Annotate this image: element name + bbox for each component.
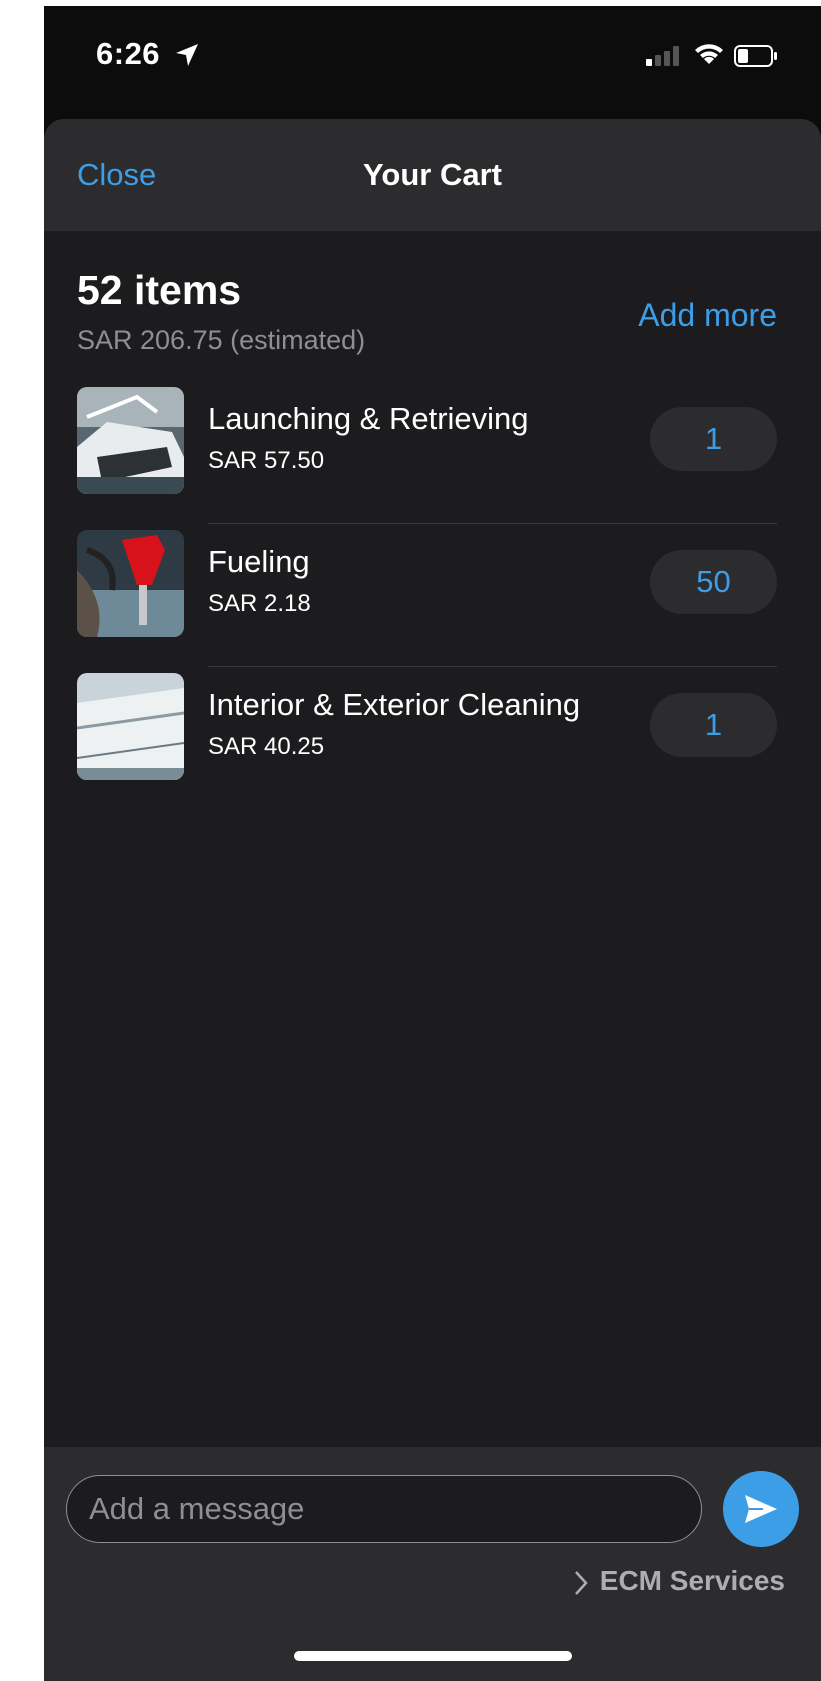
quantity-button[interactable]: 1 bbox=[650, 407, 777, 471]
item-price: SAR 2.18 bbox=[208, 590, 311, 617]
home-indicator bbox=[294, 1651, 572, 1661]
add-more-button[interactable]: Add more bbox=[638, 297, 777, 334]
cellular-signal-icon bbox=[646, 46, 679, 66]
page-title: Your Cart bbox=[363, 157, 502, 192]
cart-item[interactable]: Interior & Exterior Cleaning SAR 40.25 1 bbox=[44, 667, 821, 810]
item-name: Fueling bbox=[208, 544, 310, 579]
item-price: SAR 57.50 bbox=[208, 447, 325, 474]
ecm-services-link[interactable]: ECM Services bbox=[574, 1565, 785, 1597]
cart-item[interactable]: Fueling SAR 2.18 50 bbox=[44, 524, 821, 667]
service-label: ECM Services bbox=[599, 1565, 785, 1596]
wifi-icon bbox=[695, 44, 723, 64]
item-name: Launching & Retrieving bbox=[208, 401, 529, 436]
phone-screen: 6:26 Your Cart Close 52 items SAR 206.75… bbox=[44, 6, 821, 1681]
item-price: SAR 40.25 bbox=[208, 733, 325, 760]
fuel-nozzle-photo bbox=[77, 530, 184, 637]
battery-icon bbox=[734, 45, 777, 67]
chevron-right-icon bbox=[574, 1570, 588, 1595]
quantity-button[interactable]: 1 bbox=[650, 693, 777, 757]
quantity-button[interactable]: 50 bbox=[650, 550, 777, 614]
send-icon bbox=[745, 1495, 777, 1523]
boat-launch-photo bbox=[77, 387, 184, 494]
item-count: 52 items bbox=[77, 267, 242, 313]
item-name: Interior & Exterior Cleaning bbox=[208, 687, 581, 722]
nav-bar: Your Cart Close bbox=[44, 119, 821, 231]
message-composer: ECM Services bbox=[44, 1447, 821, 1681]
cart-sheet: Your Cart Close 52 items SAR 206.75 (est… bbox=[44, 119, 821, 1681]
close-button[interactable]: Close bbox=[77, 157, 156, 193]
message-input[interactable] bbox=[66, 1475, 702, 1543]
status-time: 6:26 bbox=[96, 36, 161, 71]
status-bar: 6:26 bbox=[44, 6, 821, 110]
boat-cleaning-photo bbox=[77, 673, 184, 780]
estimated-total: SAR 206.75 (estimated) bbox=[77, 325, 366, 355]
location-arrow-icon bbox=[176, 44, 198, 66]
send-button[interactable] bbox=[723, 1471, 799, 1547]
cart-item[interactable]: Launching & Retrieving SAR 57.50 1 bbox=[44, 381, 821, 524]
